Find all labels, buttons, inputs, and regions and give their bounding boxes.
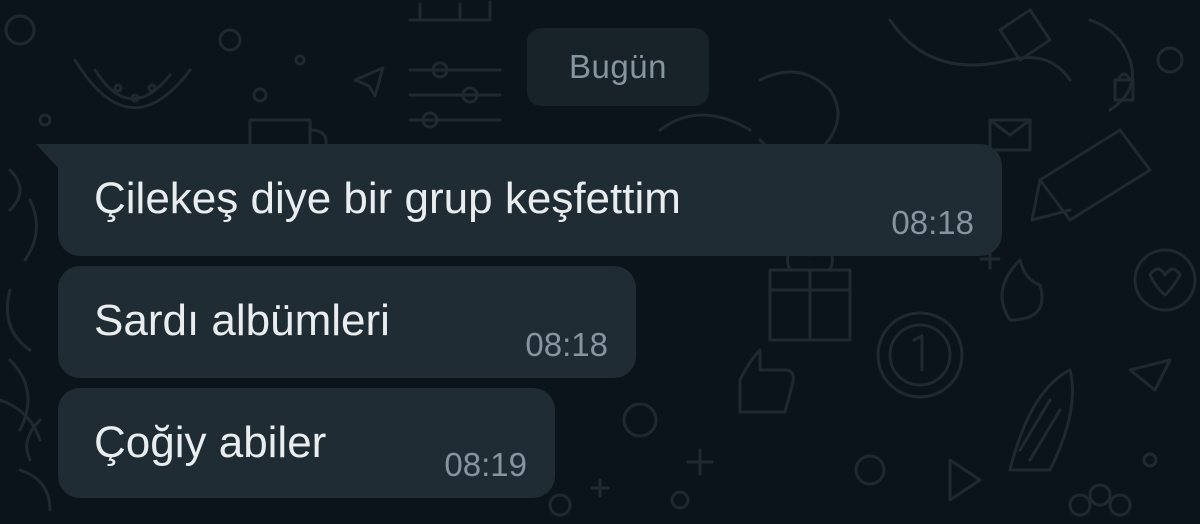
message-time: 08:18 bbox=[525, 326, 608, 363]
date-divider-label: Bugün bbox=[569, 48, 667, 85]
message-bubble[interactable]: Çilekeş diye bir grup keşfettim 08:18 bbox=[36, 144, 1002, 256]
message-bubble[interactable]: Sardı albümleri 08:18 bbox=[58, 266, 636, 378]
message-time: 08:18 bbox=[891, 204, 974, 241]
message-text: Sardı albümleri bbox=[94, 296, 390, 345]
message-time: 08:19 bbox=[444, 446, 527, 483]
message-text: Çilekeş diye bir grup keşfettim bbox=[94, 174, 681, 223]
date-divider: Bugün bbox=[527, 28, 709, 106]
bubble-tail bbox=[36, 144, 60, 170]
message-text: Çoğiy abiler bbox=[94, 418, 327, 467]
message-bubble[interactable]: Çoğiy abiler 08:19 bbox=[58, 388, 555, 498]
